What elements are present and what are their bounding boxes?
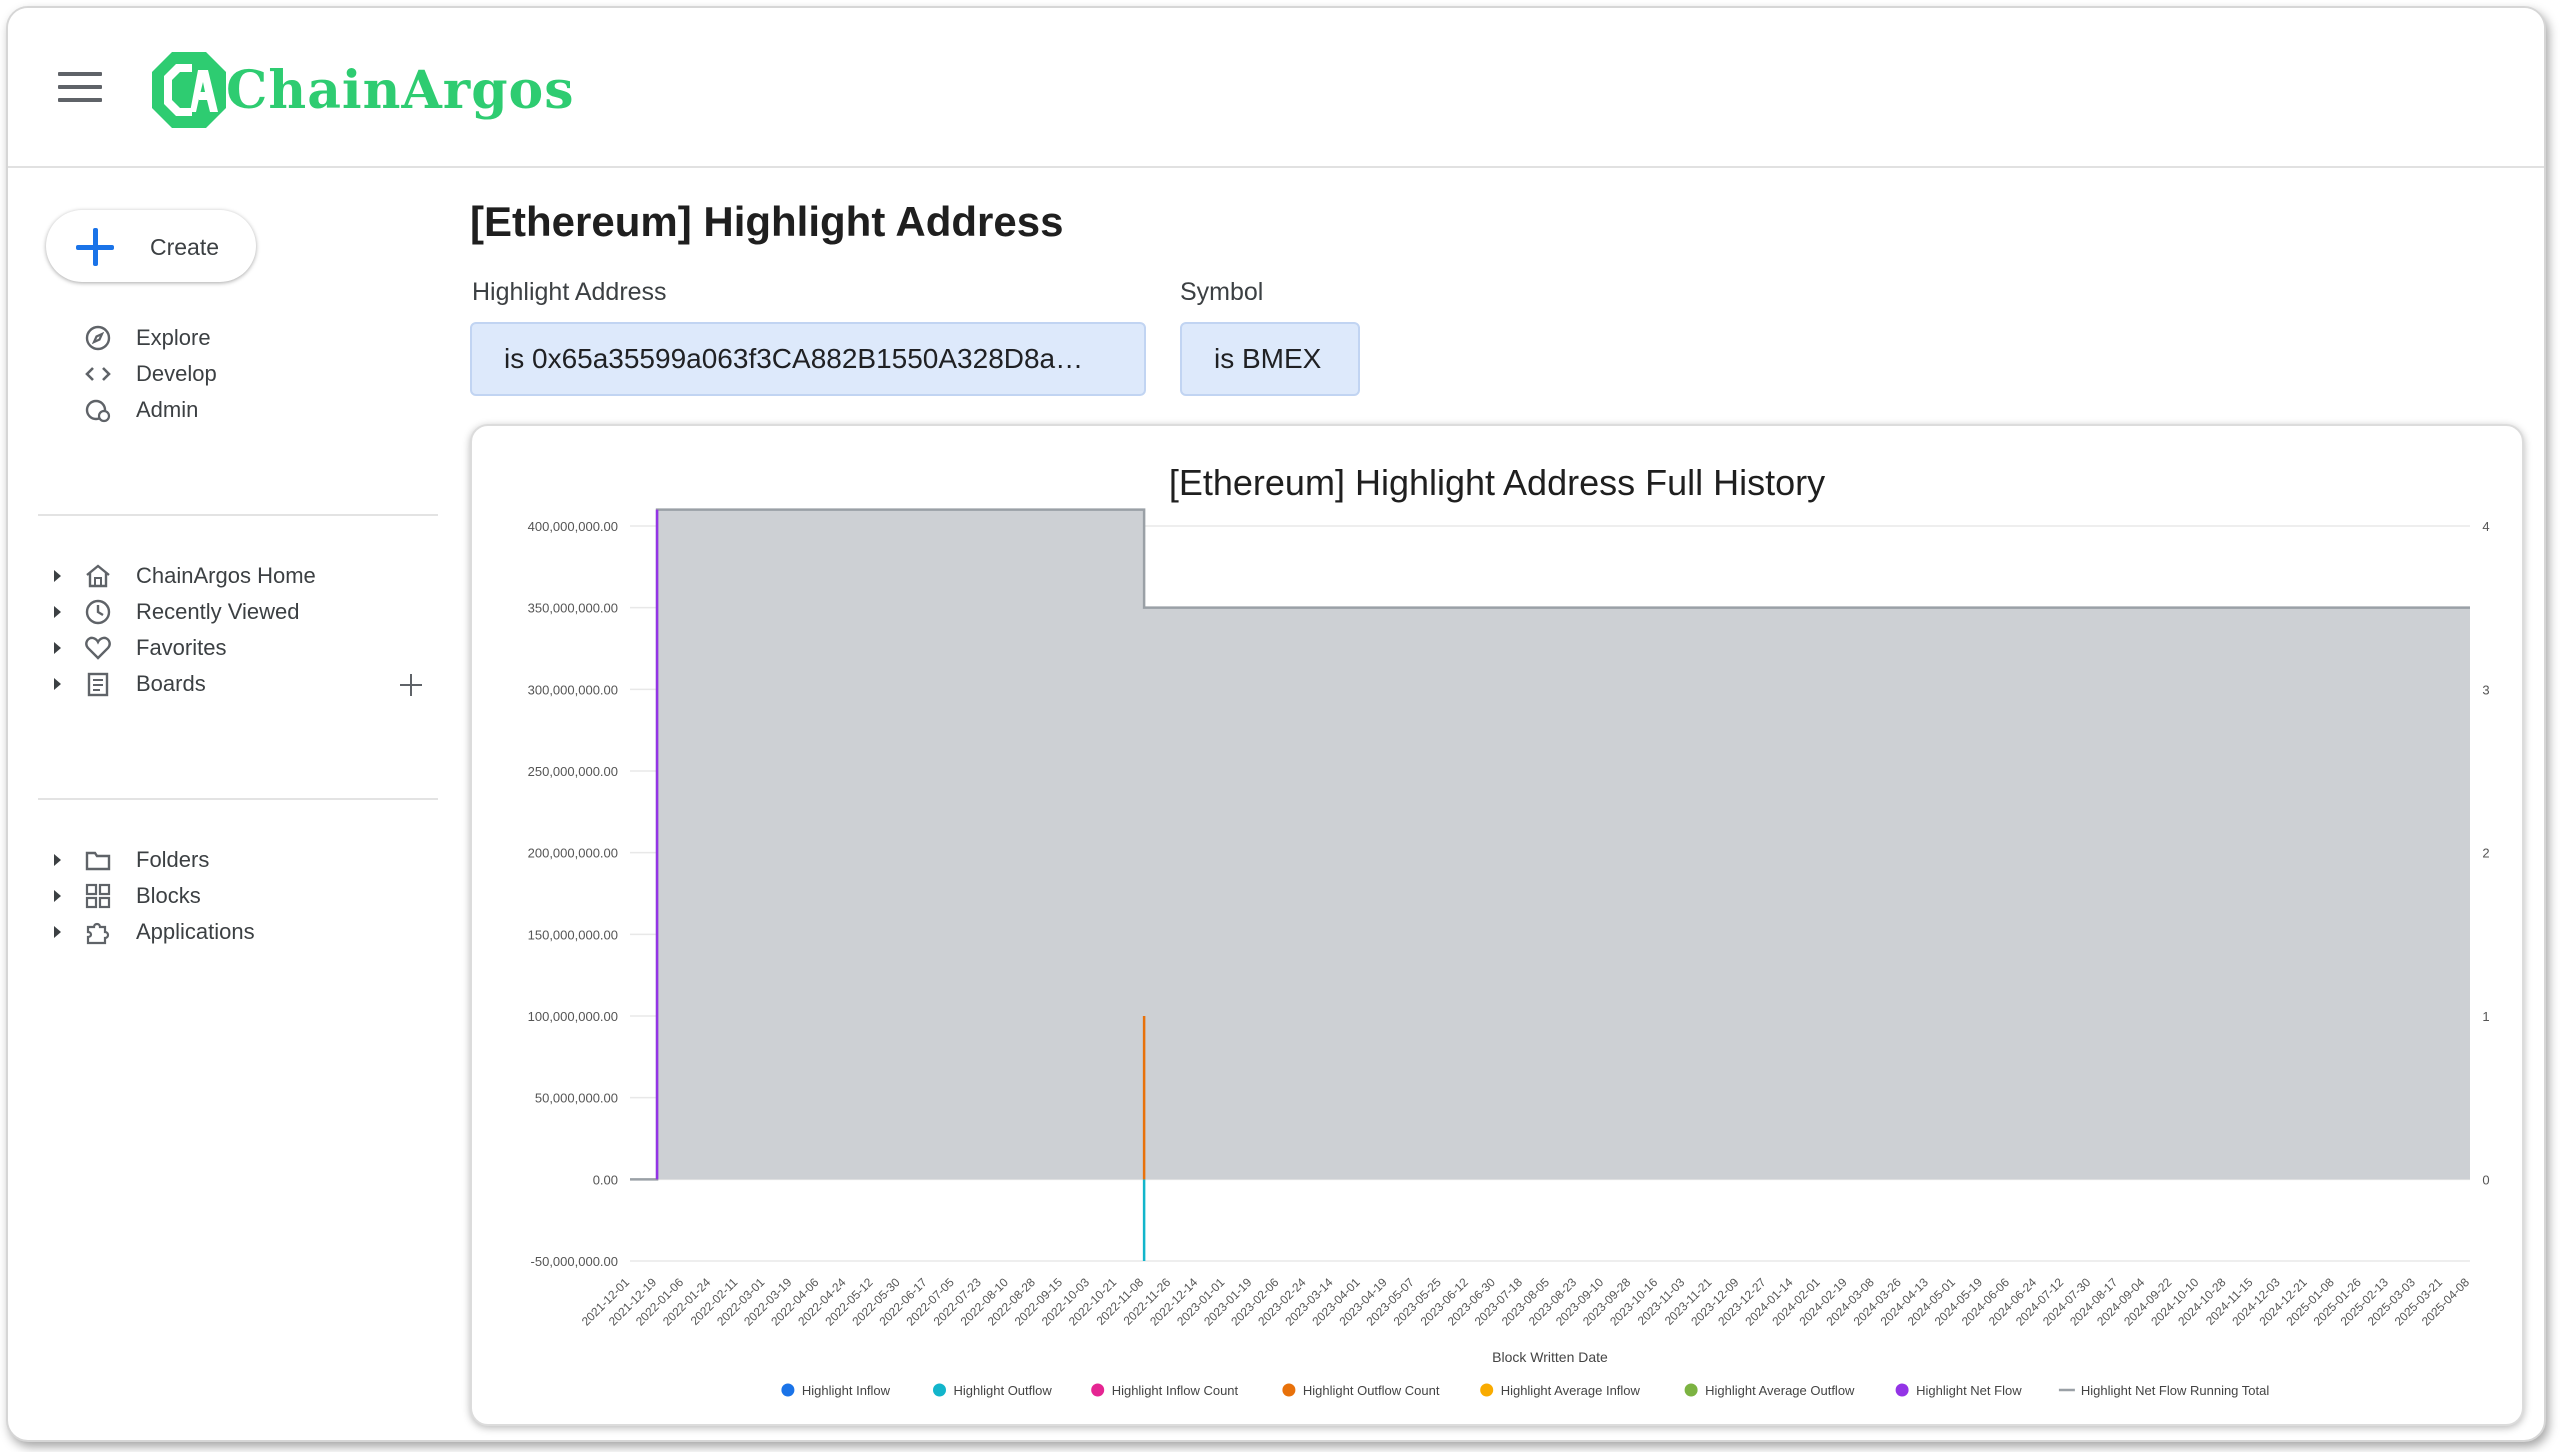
logo-mark-icon [152, 52, 226, 128]
legend-marker [933, 1383, 946, 1397]
y2-tick-label: 3 [2482, 682, 2489, 697]
expand-caret-icon[interactable] [54, 570, 61, 582]
sidebar-divider [38, 514, 438, 516]
legend-item: Highlight Net Flow Running Total [2081, 1383, 2269, 1398]
y-tick-label: 50,000,000.00 [535, 1091, 618, 1106]
expand-caret-icon[interactable] [54, 890, 61, 902]
nav-blocks[interactable]: Blocks [54, 876, 201, 916]
sidebar-divider [38, 798, 438, 800]
plus-icon [76, 228, 114, 266]
folder-icon [82, 844, 114, 876]
logo-text: ChainArgos [226, 59, 575, 121]
legend-marker [1091, 1383, 1105, 1397]
filter-symbol[interactable]: is BMEX [1180, 322, 1360, 396]
nav-develop[interactable]: Develop [82, 354, 217, 394]
filter-value: is BMEX [1214, 343, 1322, 374]
y-tick-label: 0.00 [593, 1172, 618, 1187]
nav-folders-label: Folders [136, 847, 210, 872]
nav-chainargos-home[interactable]: ChainArgos Home [54, 556, 316, 596]
filter-label-address: Highlight Address [472, 278, 667, 306]
expand-caret-icon[interactable] [54, 606, 61, 618]
home-icon [82, 560, 114, 592]
code-icon [82, 358, 114, 390]
y2-tick-label: 4 [2482, 519, 2489, 534]
expand-caret-icon[interactable] [54, 926, 61, 938]
top-bar: ChainArgos [8, 8, 2544, 168]
app-window: ChainArgos Create Explore Develop Admin [6, 6, 2546, 1442]
legend-marker [1684, 1383, 1698, 1397]
legend-item: Highlight Average Outflow [1705, 1383, 1855, 1398]
nav-recently-viewed[interactable]: Recently Viewed [54, 592, 300, 632]
legend-item: Highlight Outflow Count [1303, 1383, 1440, 1398]
nav-boards[interactable]: Boards [54, 664, 206, 704]
board-icon [82, 668, 114, 700]
y-tick-label: 250,000,000.00 [528, 764, 618, 779]
create-button[interactable]: Create [46, 210, 256, 282]
nav-home-label: ChainArgos Home [136, 563, 316, 588]
expand-caret-icon[interactable] [54, 854, 61, 866]
nav-admin-label: Admin [136, 397, 199, 422]
legend-item: Highlight Average Inflow [1501, 1383, 1641, 1398]
filter-highlight-address[interactable]: is 0x65a35599a063f3CA882B1550A328D8a… [470, 322, 1146, 396]
legend-marker [1480, 1383, 1494, 1397]
admin-gear-icon [82, 394, 114, 426]
area-running-total [630, 509, 2470, 1180]
nav-folders[interactable]: Folders [54, 840, 210, 880]
create-label: Create [150, 234, 220, 260]
y-tick-label: 150,000,000.00 [528, 927, 618, 942]
y2-tick-label: 0 [2482, 1172, 2489, 1187]
heart-icon [82, 632, 114, 664]
chart-tile: [Ethereum] Highlight Address Full Histor… [470, 424, 2524, 1426]
logo[interactable]: ChainArgos [150, 48, 575, 132]
y2-tick-label: 1 [2482, 1009, 2489, 1024]
y-tick-label: 400,000,000.00 [528, 519, 618, 534]
blocks-icon [82, 880, 114, 912]
nav-boards-label: Boards [136, 671, 206, 696]
y-tick-label: 300,000,000.00 [528, 682, 618, 697]
nav-favorites-label: Favorites [136, 635, 227, 660]
x-axis-label: Block Written Date [1492, 1349, 1608, 1365]
nav-applications-label: Applications [136, 919, 255, 944]
y2-tick-label: 2 [2482, 846, 2489, 861]
filter-label-symbol: Symbol [1180, 278, 1264, 306]
legend-marker [1282, 1383, 1296, 1397]
nav-favorites[interactable]: Favorites [54, 628, 227, 668]
nav-recent-label: Recently Viewed [136, 599, 300, 624]
nav-admin[interactable]: Admin [82, 390, 198, 430]
add-board-icon[interactable] [398, 672, 424, 698]
clock-icon [82, 596, 114, 628]
sidebar: Create Explore Develop Admin ChainArgos … [8, 168, 448, 1438]
legend-marker [781, 1383, 795, 1397]
y-tick-label: 100,000,000.00 [528, 1009, 618, 1024]
nav-explore-label: Explore [136, 325, 211, 350]
chart-svg[interactable]: 400,000,000.00350,000,000.00300,000,000.… [472, 426, 2522, 1424]
expand-caret-icon[interactable] [54, 642, 61, 654]
legend-item: Highlight Outflow [954, 1383, 1053, 1398]
legend-item: Highlight Net Flow [1916, 1383, 2022, 1398]
nav-explore[interactable]: Explore [82, 318, 211, 358]
y-tick-label: 200,000,000.00 [528, 846, 618, 861]
nav-develop-label: Develop [136, 361, 217, 386]
legend-item: Highlight Inflow Count [1112, 1383, 1239, 1398]
puzzle-icon [82, 916, 114, 948]
filter-value: is 0x65a35599a063f3CA882B1550A328D8a… [504, 343, 1084, 374]
menu-icon[interactable] [58, 72, 102, 102]
nav-blocks-label: Blocks [136, 883, 201, 908]
legend-item: Highlight Inflow [802, 1383, 891, 1398]
y-tick-label: -50,000,000.00 [531, 1254, 618, 1269]
compass-icon [82, 322, 114, 354]
legend-marker [1895, 1383, 1909, 1397]
y-tick-label: 350,000,000.00 [528, 601, 618, 616]
page-title: [Ethereum] Highlight Address [470, 198, 1064, 245]
nav-applications[interactable]: Applications [54, 912, 255, 952]
expand-caret-icon[interactable] [54, 678, 61, 690]
